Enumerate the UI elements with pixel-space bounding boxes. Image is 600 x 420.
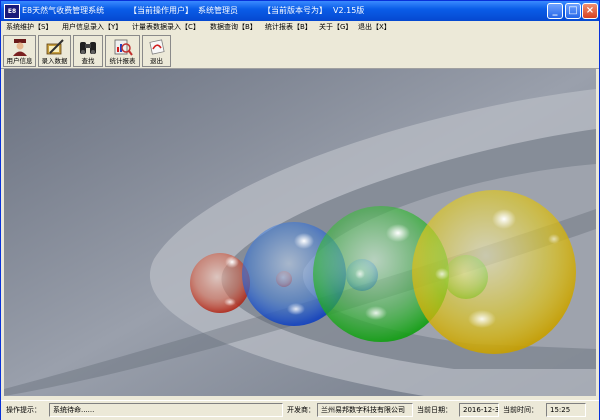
menu-bar: 系统维护【S】 用户信息录入【Y】 计量表数据录入【C】 数据查询【B】 统计报… — [1, 21, 599, 34]
hint-label: 操作提示： — [6, 406, 41, 414]
status-bar: 操作提示： 系统待命...... 开发商： 兰州易邦数字科技有限公司 当前日期：… — [1, 400, 599, 420]
developer-value: 兰州易邦数字科技有限公司 — [317, 403, 413, 417]
user-info-button[interactable]: 用户信息 — [3, 35, 36, 67]
user-info-label: 用户信息 — [6, 57, 33, 65]
toolbar: 用户信息 录入数据 查找 统计报表 退出 — [1, 34, 599, 69]
menu-user-info-entry[interactable]: 用户信息录入【Y】 — [62, 22, 122, 32]
time-label: 当前时间： — [503, 406, 538, 414]
developer-label: 开发商： — [287, 406, 315, 414]
hint-value: 系统待命...... — [49, 403, 283, 417]
statistics-report-label: 统计报表 — [109, 57, 136, 65]
menu-meter-data-entry[interactable]: 计量表数据录入【C】 — [132, 22, 200, 32]
exit-label: 退出 — [150, 57, 163, 65]
enter-data-label: 录入数据 — [41, 57, 68, 65]
statistics-report-button[interactable]: 统计报表 — [105, 35, 140, 67]
background-artwork — [4, 69, 596, 396]
time-value: 15:25 — [546, 403, 586, 417]
app-icon[interactable]: E8 — [4, 4, 20, 19]
bubbles-artwork — [4, 69, 596, 396]
close-button[interactable]: × — [582, 3, 598, 19]
binoculars-icon — [80, 42, 96, 54]
search-button[interactable]: 查找 — [73, 35, 103, 67]
title-bar[interactable]: E8 E8天然气收费管理系统 【当前操作用户】 系统管理员 【当前版本号为】 V… — [1, 1, 599, 21]
version-number: V2.15版 — [333, 6, 365, 15]
menu-exit[interactable]: 退出【X】 — [358, 22, 391, 32]
exit-button[interactable]: 退出 — [142, 35, 171, 67]
search-label: 查找 — [81, 57, 95, 65]
chart-magnifier-icon — [114, 39, 133, 56]
exit-icon — [148, 39, 165, 55]
date-value: 2016-12-3 — [459, 403, 499, 417]
operator-name: 系统管理员 — [198, 6, 238, 15]
menu-statistics-report[interactable]: 统计报表【B】 — [265, 22, 312, 32]
minimize-button[interactable]: _ — [547, 3, 563, 19]
date-label: 当前日期： — [417, 406, 452, 414]
menu-system-maintenance[interactable]: 系统维护【S】 — [6, 22, 52, 32]
app-title: E8天然气收费管理系统 — [22, 6, 105, 15]
pencil-book-icon — [46, 39, 64, 55]
main-window: E8 E8天然气收费管理系统 【当前操作用户】 系统管理员 【当前版本号为】 V… — [0, 0, 600, 420]
menu-data-query[interactable]: 数据查询【B】 — [210, 22, 257, 32]
enter-data-button[interactable]: 录入数据 — [38, 35, 71, 67]
maximize-button[interactable]: □ — [565, 3, 581, 19]
version-label: 【当前版本号为】 — [263, 6, 327, 15]
menu-about[interactable]: 关于【G】 — [319, 22, 352, 32]
user-icon — [12, 39, 27, 56]
operator-label: 【当前操作用户】 — [129, 6, 193, 15]
